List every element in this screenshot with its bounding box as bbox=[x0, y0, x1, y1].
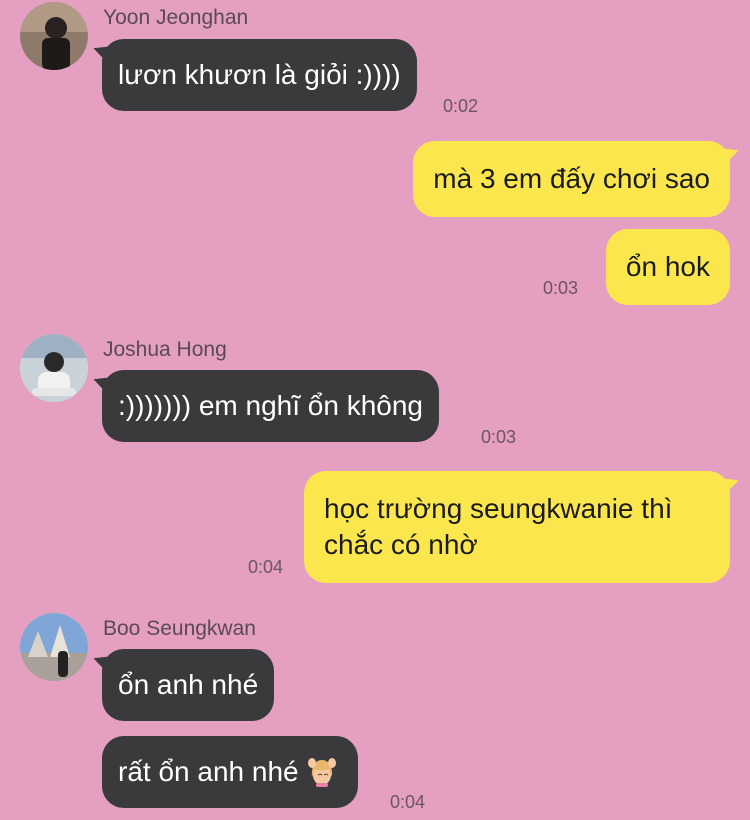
sender-name: Joshua Hong bbox=[103, 338, 227, 361]
message-bubble-outgoing[interactable]: học trường seungkwanie thì chắc có nhờ bbox=[304, 471, 730, 583]
message-timestamp: 0:04 bbox=[248, 557, 284, 577]
message-timestamp: 0:03 bbox=[481, 427, 517, 447]
message-text: ổn hok bbox=[625, 251, 710, 282]
avatar-boo-seungkwan[interactable] bbox=[20, 613, 88, 681]
message-text-line-2: chắc có nhờ bbox=[324, 529, 478, 560]
sender-name: Yoon Jeonghan bbox=[103, 6, 249, 29]
sender-name: Boo Seungkwan bbox=[103, 617, 256, 640]
message-bubble-outgoing[interactable]: ổn hok bbox=[605, 229, 730, 305]
message-text: :))))))) em nghĩ ổn không bbox=[118, 390, 423, 421]
message-bubble-incoming[interactable]: :))))))) em nghĩ ổn không bbox=[102, 370, 439, 442]
avatar-joshua-hong[interactable] bbox=[20, 334, 88, 402]
message-timestamp: 0:02 bbox=[443, 96, 479, 116]
message-bubble-outgoing[interactable]: mà 3 em đấy chơi sao bbox=[413, 141, 730, 217]
message-text: ổn anh nhé bbox=[118, 669, 259, 700]
message-bubble-incoming[interactable]: lươn khươn là giỏi :)))) bbox=[102, 39, 417, 111]
message-timestamp: 0:03 bbox=[543, 278, 579, 298]
message-text-line-1: học trường seungkwanie thì bbox=[324, 493, 673, 524]
message-text: rất ổn anh nhé bbox=[118, 756, 299, 787]
message-timestamp: 0:04 bbox=[390, 792, 426, 812]
message-text: lươn khươn là giỏi :)))) bbox=[118, 59, 401, 90]
message-bubble-incoming[interactable]: ổn anh nhé bbox=[102, 649, 275, 721]
woman-raising-hands-emoji-icon bbox=[306, 755, 338, 787]
avatar-yoon-jeonghan[interactable] bbox=[20, 2, 88, 70]
message-text: mà 3 em đấy chơi sao bbox=[433, 163, 710, 194]
message-bubble-incoming[interactable]: rất ổn anh nhé bbox=[102, 736, 359, 808]
